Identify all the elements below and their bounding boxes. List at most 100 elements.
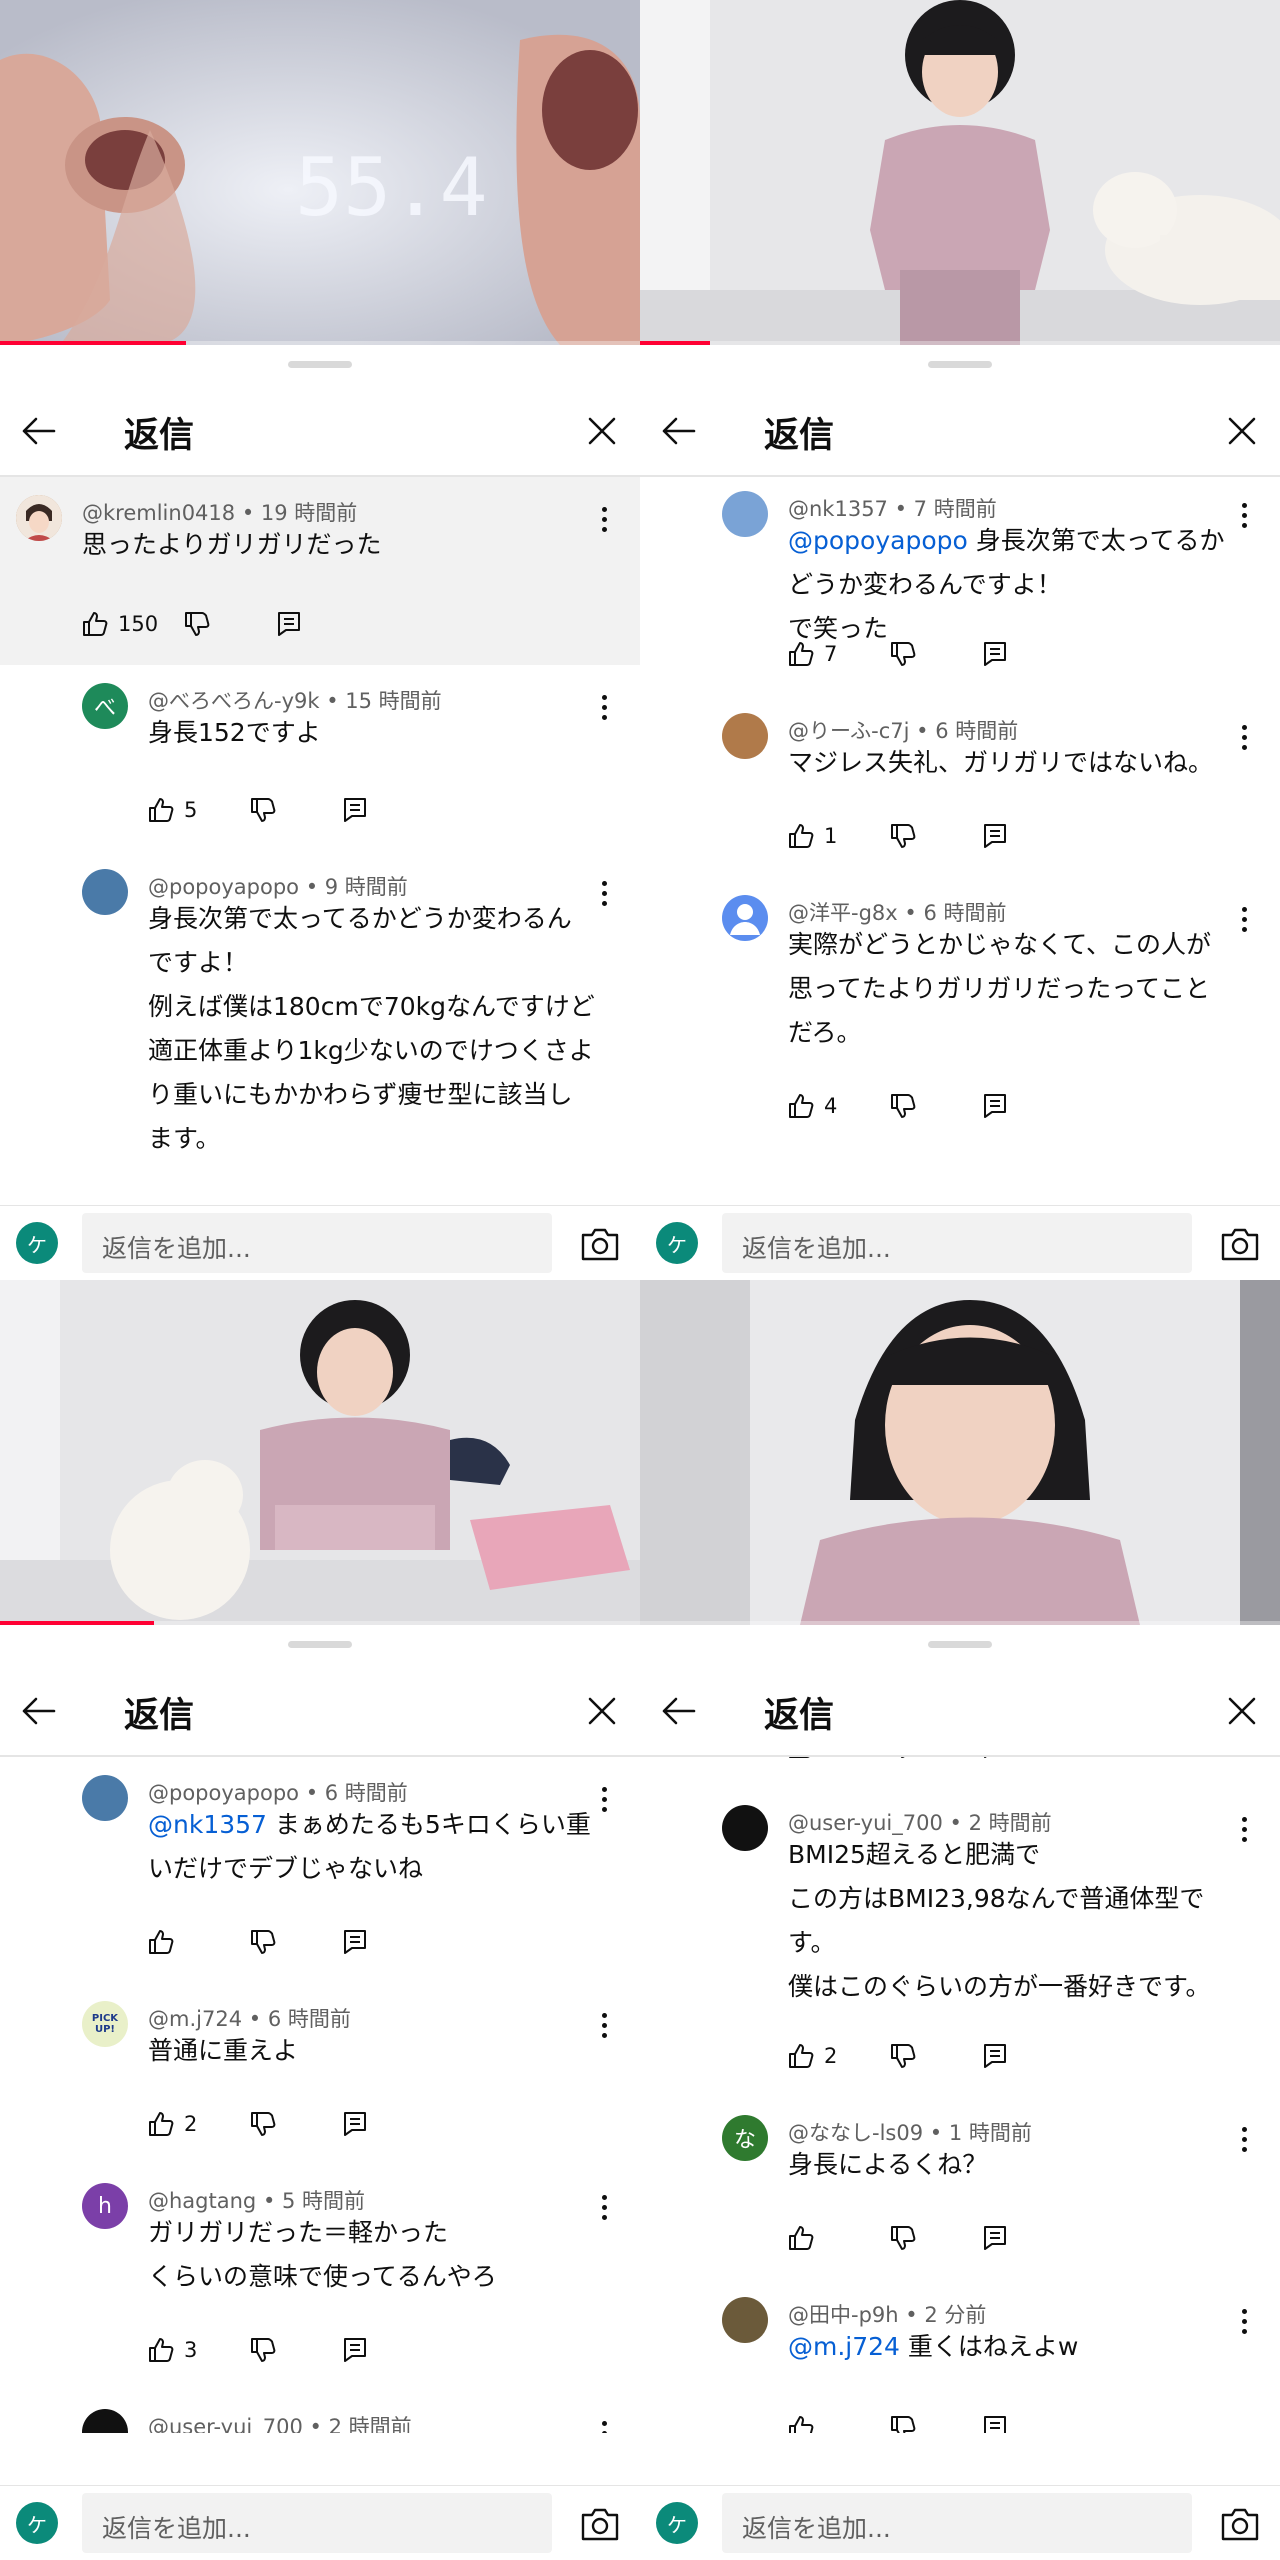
comment-author[interactable]: @user-yui_700 bbox=[148, 2415, 303, 2433]
reply-button[interactable] bbox=[274, 607, 304, 641]
drag-handle[interactable] bbox=[288, 1641, 352, 1648]
drag-handle[interactable] bbox=[928, 361, 992, 368]
avatar[interactable] bbox=[722, 713, 768, 759]
reply-button[interactable] bbox=[340, 1925, 370, 1959]
avatar[interactable] bbox=[722, 1805, 768, 1851]
thumbs-down-icon bbox=[888, 1091, 918, 1121]
close-icon[interactable] bbox=[582, 411, 622, 451]
mention-link[interactable]: @popoyapopo bbox=[788, 526, 968, 555]
reply-button[interactable] bbox=[340, 2107, 370, 2141]
comment-text: 実際がどうとかじゃなくて、この人が 思ってたよりガリガリだったってこと だろ。 bbox=[788, 923, 1268, 1055]
video-player[interactable]: 55.4 bbox=[0, 0, 640, 345]
like-button[interactable]: 1 bbox=[786, 819, 888, 853]
avatar[interactable] bbox=[722, 895, 768, 941]
reply-button[interactable] bbox=[340, 793, 370, 827]
avatar[interactable] bbox=[722, 491, 768, 537]
dislike-button[interactable] bbox=[248, 1925, 340, 1959]
mention-link[interactable]: @nk1357 bbox=[148, 1810, 267, 1839]
comment-author[interactable]: @洋平-g8x bbox=[788, 901, 898, 925]
like-button[interactable]: 2 bbox=[146, 2107, 248, 2141]
video-player[interactable] bbox=[640, 0, 1280, 345]
avatar[interactable]: な bbox=[722, 2115, 768, 2161]
reply-button[interactable] bbox=[980, 2221, 1010, 2255]
avatar[interactable]: べ bbox=[82, 683, 128, 729]
close-icon[interactable] bbox=[582, 1691, 622, 1731]
like-button[interactable]: 3 bbox=[786, 1757, 888, 1763]
dislike-button[interactable] bbox=[888, 2411, 980, 2433]
like-button[interactable]: 2 bbox=[786, 2039, 888, 2073]
more-options-icon[interactable] bbox=[600, 507, 608, 533]
dislike-button[interactable] bbox=[248, 2333, 340, 2367]
like-button[interactable] bbox=[786, 2411, 888, 2433]
comment-author[interactable]: @popoyapopo bbox=[148, 1781, 299, 1805]
comment-author[interactable]: @りーふ-c7j bbox=[788, 719, 909, 743]
dislike-button[interactable] bbox=[248, 2107, 340, 2141]
close-icon[interactable] bbox=[1222, 1691, 1262, 1731]
reply-button[interactable] bbox=[980, 2039, 1010, 2073]
comment-author[interactable]: @ななし-ls09 bbox=[788, 2121, 923, 2145]
reply-button[interactable] bbox=[980, 637, 1010, 671]
reply-input[interactable]: 返信を追加... bbox=[82, 1213, 552, 1273]
avatar[interactable]: PICK UP! bbox=[82, 2001, 128, 2047]
video-player[interactable] bbox=[640, 1280, 1280, 1625]
user-avatar[interactable]: ケ bbox=[16, 1222, 58, 1264]
thumbs-up-icon bbox=[146, 2335, 176, 2365]
dislike-button[interactable] bbox=[888, 1757, 980, 1763]
reply-input[interactable]: 返信を追加... bbox=[722, 2493, 1192, 2553]
camera-icon[interactable] bbox=[1220, 1226, 1260, 1262]
user-avatar[interactable]: ケ bbox=[656, 1222, 698, 1264]
comment-author[interactable]: @田中-p9h bbox=[788, 2303, 899, 2327]
dislike-button[interactable] bbox=[182, 607, 274, 641]
avatar[interactable] bbox=[82, 2409, 128, 2433]
like-button[interactable]: 5 bbox=[146, 793, 248, 827]
close-icon[interactable] bbox=[1222, 411, 1262, 451]
back-arrow-icon[interactable] bbox=[18, 411, 58, 451]
back-arrow-icon[interactable] bbox=[658, 411, 698, 451]
like-button[interactable] bbox=[786, 2221, 888, 2255]
video-player[interactable] bbox=[0, 1280, 640, 1625]
drag-handle[interactable] bbox=[288, 361, 352, 368]
reply-button[interactable] bbox=[980, 1089, 1010, 1123]
reply-button[interactable] bbox=[980, 1757, 1010, 1763]
reply-button[interactable] bbox=[980, 2411, 1010, 2433]
dislike-button[interactable] bbox=[888, 2039, 980, 2073]
camera-icon[interactable] bbox=[1220, 2506, 1260, 2542]
back-arrow-icon[interactable] bbox=[658, 1691, 698, 1731]
like-button[interactable]: 4 bbox=[786, 1089, 888, 1123]
avatar[interactable]: h bbox=[82, 2183, 128, 2229]
comment-author[interactable]: @kremlin0418 bbox=[82, 501, 235, 525]
thumbs-down-icon bbox=[888, 2041, 918, 2071]
dislike-button[interactable] bbox=[888, 819, 980, 853]
avatar[interactable] bbox=[16, 495, 62, 541]
dislike-button[interactable] bbox=[888, 637, 980, 671]
like-button[interactable]: 150 bbox=[80, 607, 182, 641]
dislike-button[interactable] bbox=[248, 793, 340, 827]
camera-icon[interactable] bbox=[580, 2506, 620, 2542]
user-avatar[interactable]: ケ bbox=[656, 2502, 698, 2544]
comment-author[interactable]: @hagtang bbox=[148, 2189, 256, 2213]
mention-link[interactable]: @m.j724 bbox=[788, 2332, 900, 2361]
avatar[interactable] bbox=[82, 1775, 128, 1821]
reply-button[interactable] bbox=[340, 2333, 370, 2367]
reply-input[interactable]: 返信を追加... bbox=[82, 2493, 552, 2553]
comment-actions bbox=[786, 2411, 1010, 2433]
comment-author[interactable]: @nk1357 bbox=[788, 497, 888, 521]
drag-handle[interactable] bbox=[928, 1641, 992, 1648]
like-button[interactable]: 3 bbox=[146, 2333, 248, 2367]
avatar[interactable] bbox=[722, 2297, 768, 2343]
avatar[interactable] bbox=[82, 869, 128, 915]
comment-author[interactable]: @べろべろん-y9k bbox=[148, 689, 320, 713]
like-button[interactable] bbox=[146, 1925, 248, 1959]
like-button[interactable]: 7 bbox=[786, 637, 888, 671]
comment-author[interactable]: @popoyapopo bbox=[148, 875, 299, 899]
reply-input[interactable]: 返信を追加... bbox=[722, 1213, 1192, 1273]
reply-button[interactable] bbox=[980, 819, 1010, 853]
comment-author[interactable]: @user-yui_700 bbox=[788, 1811, 943, 1835]
more-options-icon[interactable] bbox=[600, 2421, 608, 2433]
camera-icon[interactable] bbox=[580, 1226, 620, 1262]
user-avatar[interactable]: ケ bbox=[16, 2502, 58, 2544]
dislike-button[interactable] bbox=[888, 1089, 980, 1123]
back-arrow-icon[interactable] bbox=[18, 1691, 58, 1731]
dislike-button[interactable] bbox=[888, 2221, 980, 2255]
comment-author[interactable]: @m.j724 bbox=[148, 2007, 242, 2031]
